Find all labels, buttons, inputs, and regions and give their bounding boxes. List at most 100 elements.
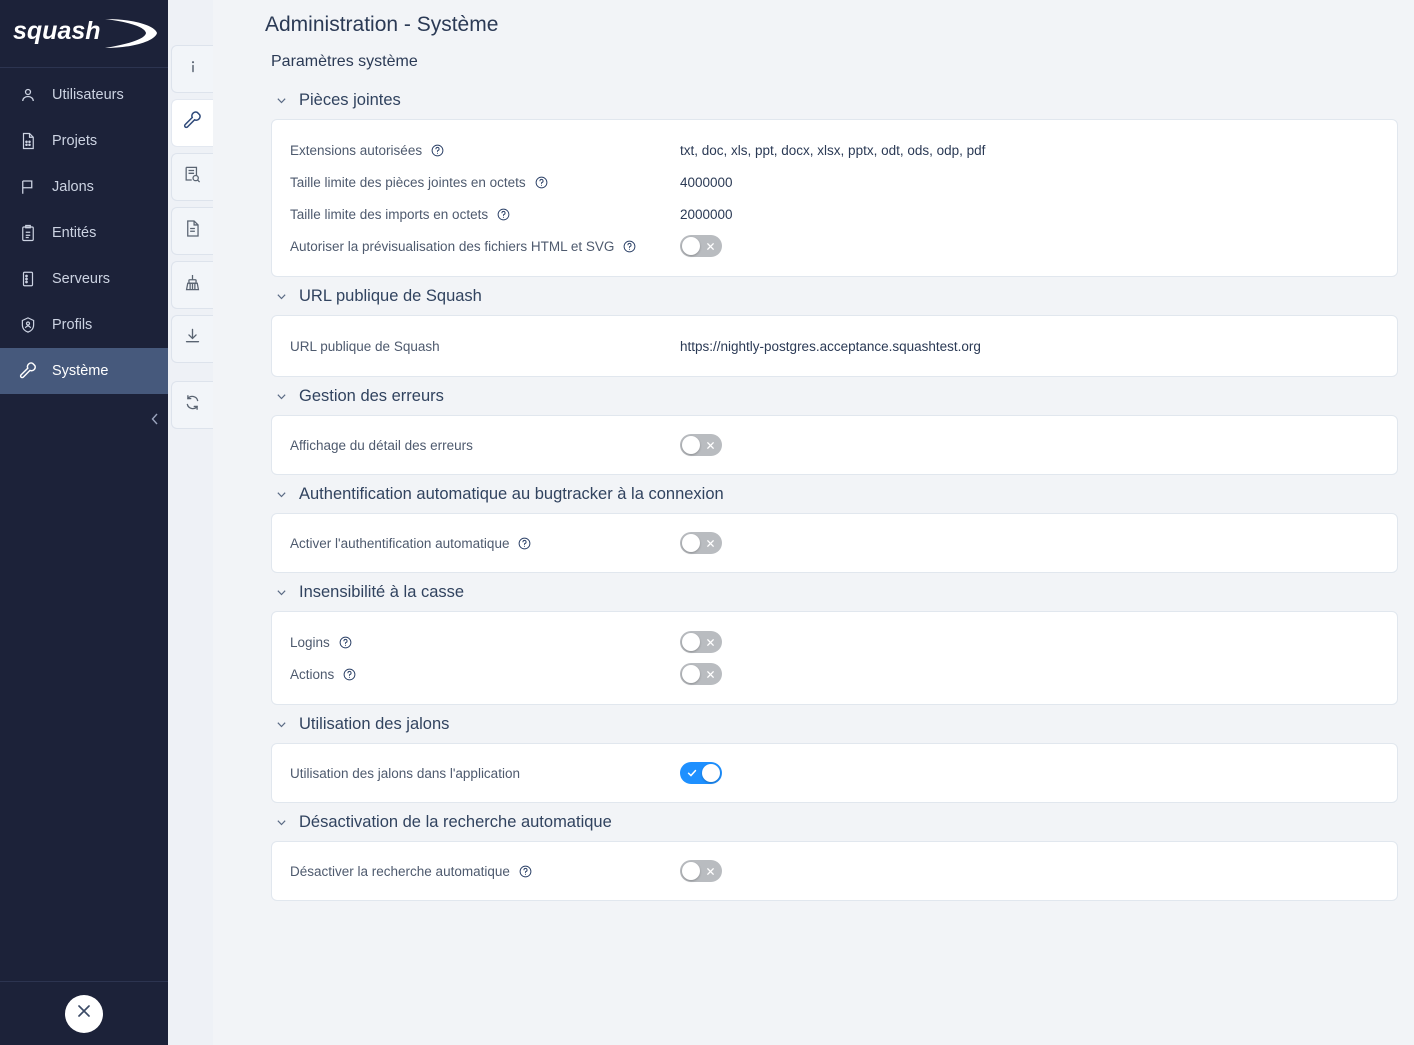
help-icon[interactable]	[622, 239, 637, 254]
chevron-down-icon	[275, 391, 287, 403]
help-icon[interactable]	[338, 635, 353, 650]
help-icon[interactable]	[342, 667, 357, 682]
section-header-authentification-automatique-au-bugtrack[interactable]: Authentification automatique au bugtrack…	[271, 475, 1398, 513]
sidebar-collapse-button[interactable]	[146, 410, 164, 432]
toggle-switch[interactable]	[680, 434, 722, 456]
help-icon[interactable]	[517, 536, 532, 551]
help-icon[interactable]	[534, 175, 549, 190]
section-header-desactivation-de-la-recherche-automatiqu[interactable]: Désactivation de la recherche automatiqu…	[271, 803, 1398, 841]
setting-label-wrap: Activer l'authentification automatique	[290, 536, 680, 551]
setting-label-wrap: Désactiver la recherche automatique	[290, 864, 680, 879]
sidebar-item-serveurs[interactable]: Serveurs	[0, 256, 168, 302]
toggle-switch[interactable]	[680, 532, 722, 554]
section-title: Gestion des erreurs	[299, 387, 444, 405]
panel-insensibilite-a-la-casse: Logins Actions	[271, 611, 1398, 705]
setting-label: Affichage du détail des erreurs	[290, 437, 473, 453]
setting-row: Utilisation des jalons dans l'applicatio…	[272, 758, 1397, 788]
sidebar-item-label: Système	[52, 363, 109, 379]
chevron-down-icon	[275, 291, 287, 303]
setting-row: Logins	[272, 626, 1397, 658]
section-header-insensibilite-a-la-casse[interactable]: Insensibilité à la casse	[271, 573, 1398, 611]
panel-desactivation-de-la-recherche-automatiqu: Désactiver la recherche automatique	[271, 841, 1398, 901]
setting-label: Logins	[290, 634, 330, 650]
brand-logo[interactable]: squash	[0, 0, 168, 68]
setting-label: Activer l'authentification automatique	[290, 535, 510, 551]
wrench-icon	[18, 361, 38, 381]
section-header-utilisation-des-jalons[interactable]: Utilisation des jalons	[271, 705, 1398, 743]
setting-label-wrap: Affichage du détail des erreurs	[290, 438, 680, 453]
setting-label: Autoriser la prévisualisation des fichie…	[290, 238, 615, 254]
section-header-gestion-des-erreurs[interactable]: Gestion des erreurs	[271, 377, 1398, 415]
sidebar-item-jalons[interactable]: Jalons	[0, 164, 168, 210]
sidebar-item-entites[interactable]: Entités	[0, 210, 168, 256]
setting-label: URL publique de Squash	[290, 338, 440, 354]
toggle-state-icon	[686, 762, 698, 784]
toggle-switch[interactable]	[680, 860, 722, 882]
toggle-switch[interactable]	[680, 235, 722, 257]
section-insensibilite-a-la-casse: Insensibilité à la casse Logins Actions	[271, 573, 1398, 705]
setting-row: Taille limite des imports en octets 20000…	[272, 198, 1397, 230]
close-button[interactable]	[65, 994, 103, 1033]
sidebar-item-label: Entités	[52, 225, 97, 241]
setting-row: Actions	[272, 658, 1397, 690]
squash-logo-icon: squash	[13, 17, 157, 48]
rail-tab-settings[interactable]	[171, 99, 213, 147]
setting-value[interactable]: txt, doc, xls, ppt, docx, xlsx, pptx, od…	[680, 143, 985, 158]
refresh-icon	[183, 393, 202, 417]
help-icon[interactable]	[518, 864, 533, 879]
setting-value[interactable]: https://nightly-postgres.acceptance.squa…	[680, 339, 981, 354]
rail-tab-download[interactable]	[171, 315, 213, 363]
toggle-switch[interactable]	[680, 631, 722, 653]
toggle-knob	[682, 862, 700, 880]
chevron-down-icon	[275, 587, 287, 599]
toggle-state-icon	[705, 434, 716, 456]
section-url-publique-de-squash: URL publique de Squash URL publique de Sq…	[271, 277, 1398, 377]
sidebar-item-profils[interactable]: Profils	[0, 302, 168, 348]
setting-label-wrap: Utilisation des jalons dans l'applicatio…	[290, 766, 680, 781]
rail-tab-broom[interactable]	[171, 261, 213, 309]
setting-value[interactable]: 4000000	[680, 175, 733, 190]
toggle-knob	[682, 665, 700, 683]
projects-icon	[18, 131, 38, 151]
toggle-knob	[682, 534, 700, 552]
user-icon	[18, 85, 38, 105]
chevron-down-icon	[275, 489, 287, 501]
section-title: URL publique de Squash	[299, 287, 482, 305]
settings-sections: Pièces jointes Extensions autorisées txt, …	[213, 71, 1414, 901]
toggle-state-icon	[705, 860, 716, 882]
help-icon[interactable]	[496, 207, 511, 222]
toggle-state-icon	[705, 532, 716, 554]
sidebar-item-systeme[interactable]: Système	[0, 348, 168, 394]
rail-gap	[168, 369, 213, 381]
sidebar-item-label: Projets	[52, 133, 98, 149]
rail-tab-log-search[interactable]	[171, 153, 213, 201]
setting-label-wrap: Extensions autorisées	[290, 143, 680, 158]
section-header-url-publique-de-squash[interactable]: URL publique de Squash	[271, 277, 1398, 315]
rail-tab-document[interactable]	[171, 207, 213, 255]
section-pieces-jointes: Pièces jointes Extensions autorisées txt, …	[271, 81, 1398, 277]
toggle-state-icon	[705, 631, 716, 653]
sidebar-item-utilisateurs[interactable]: Utilisateurs	[0, 72, 168, 118]
setting-label: Taille limite des pièces jointes en octe…	[290, 174, 526, 190]
section-desactivation-de-la-recherche-automatiqu: Désactivation de la recherche automatiqu…	[271, 803, 1398, 901]
server-icon	[18, 269, 38, 289]
section-header-pieces-jointes[interactable]: Pièces jointes	[271, 81, 1398, 119]
sidebar-item-projets[interactable]: Projets	[0, 118, 168, 164]
sidebar-item-label: Serveurs	[52, 271, 111, 287]
rail-tab-info[interactable]	[171, 45, 213, 93]
help-icon[interactable]	[430, 143, 445, 158]
rail-tab-refresh[interactable]	[171, 381, 213, 429]
panel-gestion-des-erreurs: Affichage du détail des erreurs	[271, 415, 1398, 475]
download-icon	[183, 327, 202, 351]
section-title: Authentification automatique au bugtrack…	[299, 485, 724, 503]
setting-value[interactable]: 2000000	[680, 207, 733, 222]
setting-label: Désactiver la recherche automatique	[290, 863, 510, 879]
toggle-switch[interactable]	[680, 663, 722, 685]
panel-authentification-automatique-au-bugtrack: Activer l'authentification automatique	[271, 513, 1398, 573]
setting-label: Extensions autorisées	[290, 142, 423, 158]
setting-row: Autoriser la prévisualisation des fichie…	[272, 230, 1397, 262]
sidebar-item-label: Jalons	[52, 179, 94, 195]
toggle-switch[interactable]	[680, 762, 722, 784]
sidebar-item-label: Utilisateurs	[52, 87, 124, 103]
document-icon	[183, 219, 202, 243]
